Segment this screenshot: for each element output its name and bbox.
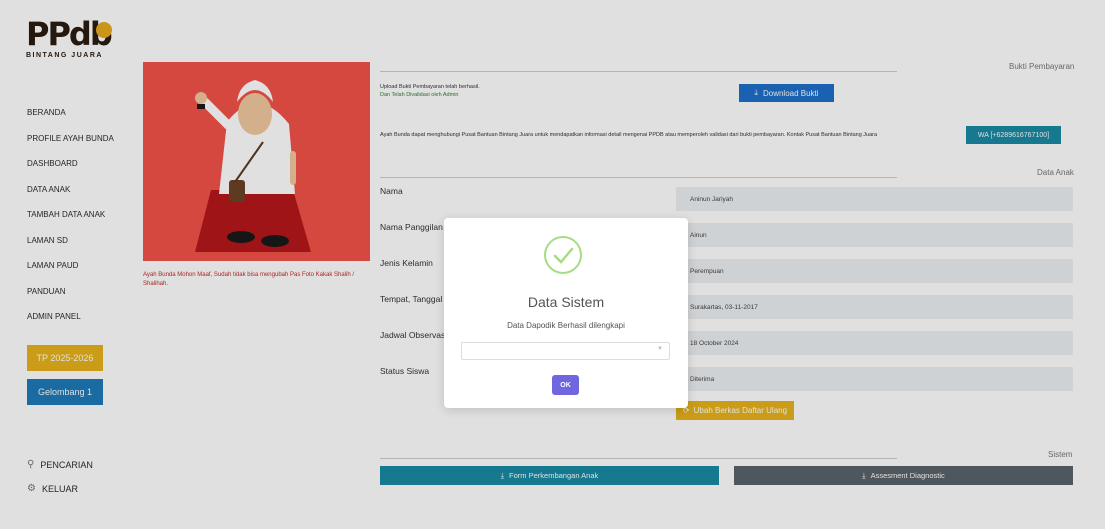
- modal-title: Data Sistem: [527, 294, 605, 310]
- ok-button[interactable]: OK: [552, 375, 579, 395]
- modal-select[interactable]: ▼: [461, 342, 670, 360]
- modal-dialog: Data Sistem Data Dapodik Berhasil dileng…: [444, 218, 688, 408]
- modal-message: Data Dapodik Berhasil dilengkapi: [507, 321, 625, 330]
- chevron-down-icon: ▼: [657, 346, 663, 352]
- success-icon: [544, 236, 582, 274]
